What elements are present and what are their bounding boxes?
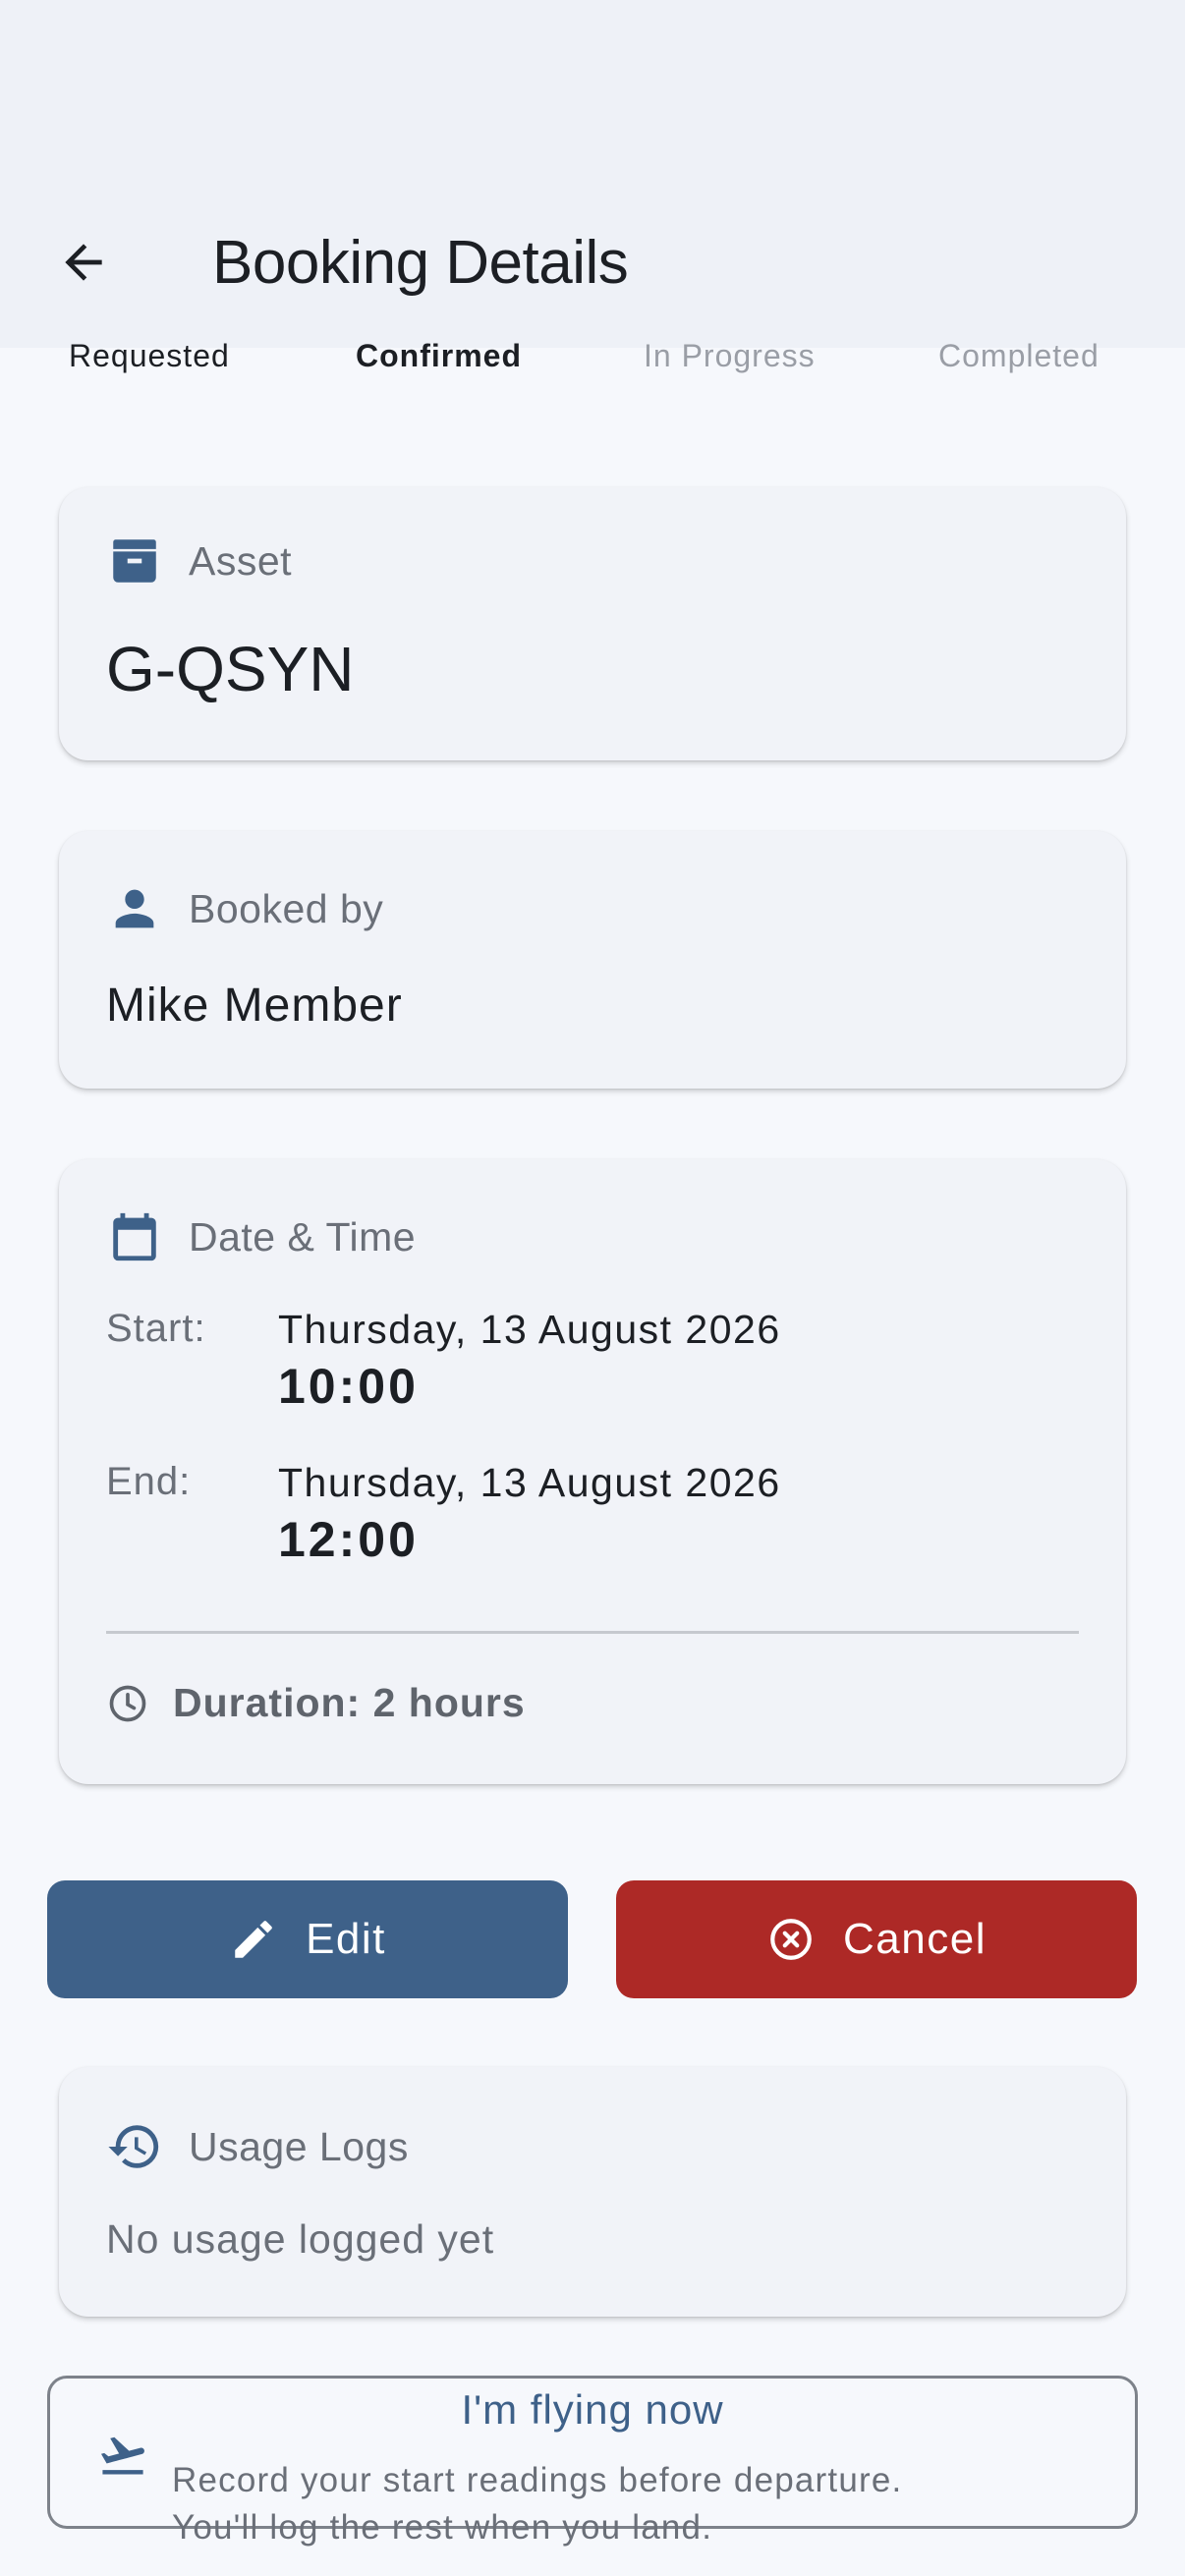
flying-now-line-1: Record your start readings before depart… <box>172 2461 903 2499</box>
step-requested: Requested <box>69 338 230 373</box>
step-completed: Completed <box>938 338 1100 373</box>
asset-label: Asset <box>189 537 293 584</box>
booked-by-card: Booked by Mike Member <box>59 831 1126 1089</box>
end-time: 12:00 <box>278 1512 419 1567</box>
duration-text: Duration: 2 hours <box>173 1680 526 1725</box>
booking-status-stepper: Requested Confirmed In Progress Complete… <box>0 338 1185 381</box>
start-date: Thursday, 13 August 2026 <box>278 1307 781 1352</box>
edit-button-label: Edit <box>306 1915 386 1963</box>
date-time-card-header: Date & Time <box>106 1208 416 1265</box>
date-time-label: Date & Time <box>189 1213 417 1260</box>
cancel-button-label: Cancel <box>843 1915 987 1963</box>
asset-value: G-QSYN <box>106 634 355 704</box>
archive-box-icon <box>106 532 163 589</box>
history-icon <box>106 2118 163 2175</box>
duration-row: Duration: 2 hours <box>106 1680 526 1726</box>
pencil-icon <box>229 1915 278 1964</box>
page-title: Booking Details <box>212 229 629 297</box>
airplane-takeoff-icon <box>97 2430 148 2481</box>
cancel-button[interactable]: Cancel <box>616 1880 1137 1998</box>
back-button[interactable] <box>39 218 128 307</box>
booked-by-value: Mike Member <box>106 980 403 1032</box>
usage-logs-card-header: Usage Logs <box>106 2118 409 2175</box>
end-label: End: <box>106 1460 192 1503</box>
flying-now-title: I'm flying now <box>461 2386 724 2433</box>
step-in-progress: In Progress <box>644 338 816 373</box>
asset-card: Asset G-QSYN <box>59 487 1126 760</box>
person-icon <box>106 880 163 937</box>
app-bar: Booking Details <box>0 0 1185 348</box>
edit-button[interactable]: Edit <box>47 1880 568 1998</box>
booked-by-card-header: Booked by <box>106 880 383 937</box>
start-label: Start: <box>106 1307 206 1350</box>
divider <box>106 1631 1079 1634</box>
step-confirmed: Confirmed <box>356 338 522 373</box>
usage-logs-empty-text: No usage logged yet <box>106 2216 495 2262</box>
asset-card-header: Asset <box>106 532 292 589</box>
booked-by-label: Booked by <box>189 885 384 931</box>
arrow-left-icon <box>56 235 111 290</box>
usage-logs-card: Usage Logs No usage logged yet <box>59 2067 1126 2317</box>
flying-now-line-2: You'll log the rest when you land. <box>172 2508 713 2547</box>
clock-icon <box>106 1682 149 1725</box>
calendar-icon <box>106 1208 163 1265</box>
date-time-card: Date & Time Start: Thursday, 13 August 2… <box>59 1159 1126 1784</box>
end-date: Thursday, 13 August 2026 <box>278 1460 781 1505</box>
start-time: 10:00 <box>278 1359 419 1414</box>
flying-now-description: Record your start readings before depart… <box>172 2457 902 2551</box>
flying-now-button[interactable]: I'm flying now Record your start reading… <box>47 2376 1138 2547</box>
cancel-circle-icon <box>766 1915 816 1964</box>
usage-logs-label: Usage Logs <box>189 2123 409 2169</box>
